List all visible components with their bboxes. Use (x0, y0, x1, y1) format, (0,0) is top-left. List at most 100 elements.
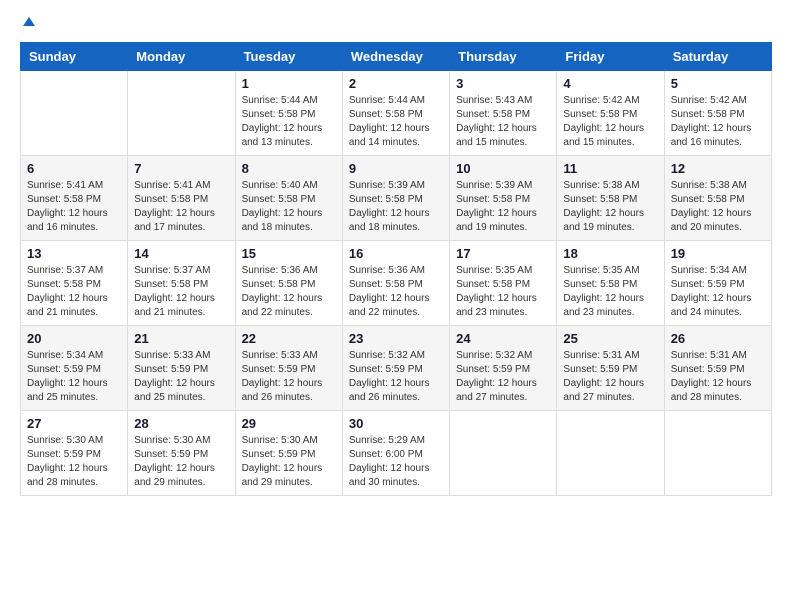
day-number: 23 (349, 331, 443, 346)
day-number: 7 (134, 161, 228, 176)
day-number: 2 (349, 76, 443, 91)
day-cell: 21Sunrise: 5:33 AM Sunset: 5:59 PM Dayli… (128, 326, 235, 411)
day-number: 16 (349, 246, 443, 261)
day-info: Sunrise: 5:32 AM Sunset: 5:59 PM Dayligh… (456, 349, 550, 405)
day-info: Sunrise: 5:37 AM Sunset: 5:58 PM Dayligh… (134, 264, 228, 320)
day-cell: 20 Sunrise: 5:34 AM Sunset: 5:59 PM Dayli… (21, 326, 128, 411)
day-number: 18 (563, 246, 657, 261)
day-cell: 28 Sunrise: 5:30 AM Sunset: 5:59 PM Dayli… (128, 411, 235, 496)
day-info: Sunrise: 5:39 AM Sunset: 5:58 PM Dayligh… (456, 179, 550, 235)
day-info: Sunrise: 5:38 AM Sunset: 5:58 PM Dayligh… (671, 179, 765, 235)
day-cell: 15Sunrise: 5:36 AM Sunset: 5:58 PM Dayli… (235, 241, 342, 326)
day-cell (21, 71, 128, 156)
day-number: 25 (563, 331, 657, 346)
day-cell: 19 Sunrise: 5:34 AM Sunset: 5:59 PM Dayli… (664, 241, 771, 326)
day-number: 28 (134, 416, 228, 431)
column-header-saturday: Saturday (664, 43, 771, 71)
page-header (20, 20, 772, 30)
day-info: Sunrise: 5:44 AM Sunset: 5:58 PM Dayligh… (242, 94, 336, 150)
day-cell: 12 Sunrise: 5:38 AM Sunset: 5:58 PM Dayli… (664, 156, 771, 241)
day-info: Sunrise: 5:30 AM Sunset: 5:59 PM Dayligh… (27, 434, 121, 490)
day-cell (128, 71, 235, 156)
day-cell: 8Sunrise: 5:40 AM Sunset: 5:58 PM Daylig… (235, 156, 342, 241)
day-info: Sunrise: 5:34 AM Sunset: 5:59 PM Dayligh… (27, 349, 121, 405)
day-info: Sunrise: 5:32 AM Sunset: 5:59 PM Dayligh… (349, 349, 443, 405)
day-cell: 4 Sunrise: 5:42 AM Sunset: 5:58 PM Daylig… (557, 71, 664, 156)
day-number: 17 (456, 246, 550, 261)
calendar-header: SundayMondayTuesdayWednesdayThursdayFrid… (21, 43, 772, 71)
column-header-monday: Monday (128, 43, 235, 71)
day-number: 9 (349, 161, 443, 176)
day-cell: 22 Sunrise: 5:33 AM Sunset: 5:59 PM Dayli… (235, 326, 342, 411)
day-cell: 3 Sunrise: 5:43 AM Sunset: 5:58 PM Daylig… (450, 71, 557, 156)
week-row-3: 13 Sunrise: 5:37 AM Sunset: 5:58 PM Dayli… (21, 241, 772, 326)
day-cell: 25 Sunrise: 5:31 AM Sunset: 5:59 PM Dayli… (557, 326, 664, 411)
day-info: Sunrise: 5:42 AM Sunset: 5:58 PM Dayligh… (671, 94, 765, 150)
day-cell: 13 Sunrise: 5:37 AM Sunset: 5:58 PM Dayli… (21, 241, 128, 326)
day-info: Sunrise: 5:36 AM Sunset: 5:58 PM Dayligh… (349, 264, 443, 320)
day-info: Sunrise: 5:35 AM Sunset: 5:58 PM Dayligh… (456, 264, 550, 320)
day-cell: 6 Sunrise: 5:41 AM Sunset: 5:58 PM Daylig… (21, 156, 128, 241)
day-number: 14 (134, 246, 228, 261)
day-number: 19 (671, 246, 765, 261)
day-cell: 17 Sunrise: 5:35 AM Sunset: 5:58 PM Dayli… (450, 241, 557, 326)
day-info: Sunrise: 5:33 AM Sunset: 5:59 PM Dayligh… (242, 349, 336, 405)
day-info: Sunrise: 5:33 AM Sunset: 5:59 PM Dayligh… (134, 349, 228, 405)
day-info: Sunrise: 5:41 AM Sunset: 5:58 PM Dayligh… (27, 179, 121, 235)
day-info: Sunrise: 5:42 AM Sunset: 5:58 PM Dayligh… (563, 94, 657, 150)
day-cell: 1 Sunrise: 5:44 AM Sunset: 5:58 PM Daylig… (235, 71, 342, 156)
day-cell: 11 Sunrise: 5:38 AM Sunset: 5:58 PM Dayli… (557, 156, 664, 241)
day-info: Sunrise: 5:43 AM Sunset: 5:58 PM Dayligh… (456, 94, 550, 150)
day-info: Sunrise: 5:41 AM Sunset: 5:58 PM Dayligh… (134, 179, 228, 235)
day-cell: 27 Sunrise: 5:30 AM Sunset: 5:59 PM Dayli… (21, 411, 128, 496)
column-header-friday: Friday (557, 43, 664, 71)
day-info: Sunrise: 5:29 AM Sunset: 6:00 PM Dayligh… (349, 434, 443, 490)
day-number: 22 (242, 331, 336, 346)
day-info: Sunrise: 5:31 AM Sunset: 5:59 PM Dayligh… (671, 349, 765, 405)
calendar-body: 1 Sunrise: 5:44 AM Sunset: 5:58 PM Daylig… (21, 71, 772, 496)
day-number: 8 (242, 161, 336, 176)
day-number: 6 (27, 161, 121, 176)
day-info: Sunrise: 5:44 AM Sunset: 5:58 PM Dayligh… (349, 94, 443, 150)
day-cell: 7 Sunrise: 5:41 AM Sunset: 5:58 PM Daylig… (128, 156, 235, 241)
day-number: 11 (563, 161, 657, 176)
day-cell: 24 Sunrise: 5:32 AM Sunset: 5:59 PM Dayli… (450, 326, 557, 411)
day-number: 30 (349, 416, 443, 431)
day-cell (450, 411, 557, 496)
day-cell: 30 Sunrise: 5:29 AM Sunset: 6:00 PM Dayli… (342, 411, 449, 496)
day-number: 24 (456, 331, 550, 346)
week-row-4: 20 Sunrise: 5:34 AM Sunset: 5:59 PM Dayli… (21, 326, 772, 411)
day-cell (557, 411, 664, 496)
day-cell: 2 Sunrise: 5:44 AM Sunset: 5:58 PM Daylig… (342, 71, 449, 156)
day-number: 27 (27, 416, 121, 431)
day-number: 4 (563, 76, 657, 91)
day-info: Sunrise: 5:37 AM Sunset: 5:58 PM Dayligh… (27, 264, 121, 320)
column-header-wednesday: Wednesday (342, 43, 449, 71)
day-cell: 16 Sunrise: 5:36 AM Sunset: 5:58 PM Dayli… (342, 241, 449, 326)
day-info: Sunrise: 5:30 AM Sunset: 5:59 PM Dayligh… (242, 434, 336, 490)
week-row-1: 1 Sunrise: 5:44 AM Sunset: 5:58 PM Daylig… (21, 71, 772, 156)
day-cell: 14 Sunrise: 5:37 AM Sunset: 5:58 PM Dayli… (128, 241, 235, 326)
day-info: Sunrise: 5:38 AM Sunset: 5:58 PM Dayligh… (563, 179, 657, 235)
day-number: 13 (27, 246, 121, 261)
calendar-table: SundayMondayTuesdayWednesdayThursdayFrid… (20, 42, 772, 496)
day-number: 5 (671, 76, 765, 91)
day-number: 3 (456, 76, 550, 91)
week-row-2: 6 Sunrise: 5:41 AM Sunset: 5:58 PM Daylig… (21, 156, 772, 241)
day-cell: 23 Sunrise: 5:32 AM Sunset: 5:59 PM Dayli… (342, 326, 449, 411)
day-cell: 5 Sunrise: 5:42 AM Sunset: 5:58 PM Daylig… (664, 71, 771, 156)
column-header-tuesday: Tuesday (235, 43, 342, 71)
day-cell (664, 411, 771, 496)
day-info: Sunrise: 5:30 AM Sunset: 5:59 PM Dayligh… (134, 434, 228, 490)
day-cell: 10Sunrise: 5:39 AM Sunset: 5:58 PM Dayli… (450, 156, 557, 241)
day-number: 12 (671, 161, 765, 176)
header-row: SundayMondayTuesdayWednesdayThursdayFrid… (21, 43, 772, 71)
day-number: 1 (242, 76, 336, 91)
day-info: Sunrise: 5:35 AM Sunset: 5:58 PM Dayligh… (563, 264, 657, 320)
day-number: 20 (27, 331, 121, 346)
day-info: Sunrise: 5:34 AM Sunset: 5:59 PM Dayligh… (671, 264, 765, 320)
day-info: Sunrise: 5:31 AM Sunset: 5:59 PM Dayligh… (563, 349, 657, 405)
day-number: 26 (671, 331, 765, 346)
logo (20, 20, 36, 30)
day-cell: 18 Sunrise: 5:35 AM Sunset: 5:58 PM Dayli… (557, 241, 664, 326)
